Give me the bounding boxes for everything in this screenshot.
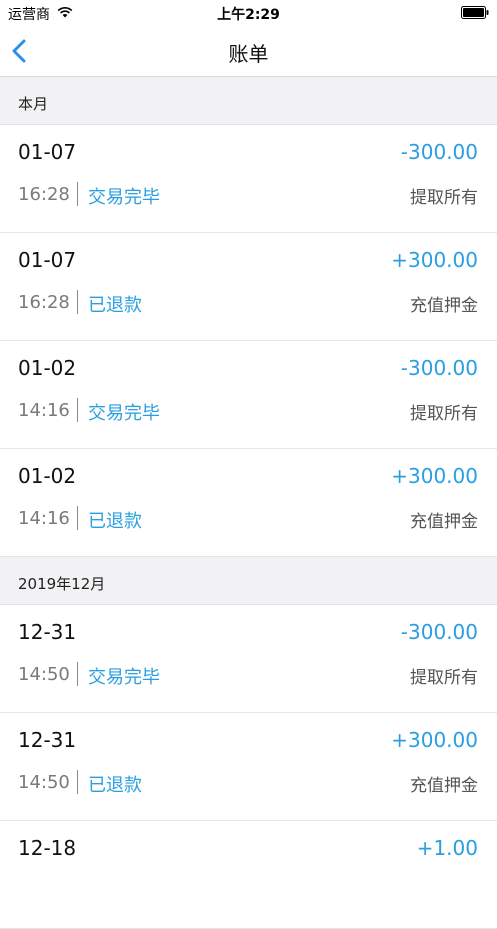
transaction-status: 交易完毕 <box>88 403 160 424</box>
list-item[interactable]: 01-07 +300.00 16:28 已退款 充值押金 <box>0 233 497 341</box>
transaction-amount: +300.00 <box>391 248 478 272</box>
section-header-label: 2019年12月 <box>18 575 106 593</box>
list-item[interactable]: 12-31 +300.00 14:50 已退款 充值押金 <box>0 713 497 821</box>
transaction-date: 01-07 <box>18 140 77 164</box>
transaction-time: 14:50 <box>18 772 70 793</box>
transaction-date: 01-07 <box>18 248 77 272</box>
transaction-amount: +300.00 <box>391 728 478 752</box>
list-item[interactable]: 01-07 -300.00 16:28 交易完毕 提取所有 <box>0 125 497 233</box>
transaction-type: 提取所有 <box>410 188 478 208</box>
transaction-type: 提取所有 <box>410 404 478 424</box>
transaction-type: 提取所有 <box>410 668 478 688</box>
section-header-label: 本月 <box>18 95 49 113</box>
bill-list[interactable]: 本月 01-07 -300.00 16:28 交易完毕 提取所有 01-07 +… <box>0 77 497 929</box>
transaction-amount: +300.00 <box>391 464 478 488</box>
transaction-status: 交易完毕 <box>88 667 160 688</box>
transaction-type: 充值押金 <box>410 776 478 796</box>
transaction-date: 01-02 <box>18 356 77 380</box>
transaction-amount: -300.00 <box>400 620 478 644</box>
divider <box>77 182 78 206</box>
status-time: 上午2:29 <box>217 7 280 23</box>
battery-icon <box>461 6 489 19</box>
transaction-status: 已退款 <box>88 295 142 316</box>
transaction-amount: -300.00 <box>400 356 478 380</box>
transaction-status: 已退款 <box>88 775 142 796</box>
list-item[interactable]: 01-02 +300.00 14:16 已退款 充值押金 <box>0 449 497 557</box>
transaction-time: 16:28 <box>18 292 70 313</box>
divider <box>77 662 78 686</box>
section: 本月 01-07 -300.00 16:28 交易完毕 提取所有 01-07 +… <box>0 77 497 557</box>
transaction-amount: +1.00 <box>416 836 478 860</box>
transaction-status: 已退款 <box>88 511 142 532</box>
section-header: 本月 <box>0 77 497 125</box>
divider <box>77 290 78 314</box>
list-item[interactable]: 12-31 -300.00 14:50 交易完毕 提取所有 <box>0 605 497 713</box>
divider <box>77 770 78 794</box>
page-title: 账单 <box>228 42 269 66</box>
list-item[interactable]: 01-02 -300.00 14:16 交易完毕 提取所有 <box>0 341 497 449</box>
transaction-date: 12-18 <box>18 836 77 860</box>
transaction-date: 12-31 <box>18 728 77 752</box>
transaction-time: 14:50 <box>18 664 70 685</box>
transaction-date: 12-31 <box>18 620 77 644</box>
transaction-date: 01-02 <box>18 464 77 488</box>
section: 2019年12月 12-31 -300.00 14:50 交易完毕 提取所有 1… <box>0 557 497 929</box>
divider <box>77 506 78 530</box>
transaction-time: 14:16 <box>18 508 70 529</box>
divider <box>77 398 78 422</box>
transaction-type: 充值押金 <box>410 512 478 532</box>
transaction-amount: -300.00 <box>400 140 478 164</box>
status-bar: 运营商 上午2:29 <box>0 0 497 26</box>
transaction-time: 14:16 <box>18 400 70 421</box>
navigation-bar: 账单 <box>0 26 497 77</box>
transaction-type: 充值押金 <box>410 296 478 316</box>
section-header: 2019年12月 <box>0 557 497 605</box>
list-item[interactable]: 12-18 +1.00 <box>0 821 497 929</box>
transaction-time: 16:28 <box>18 184 70 205</box>
transaction-status: 交易完毕 <box>88 187 160 208</box>
